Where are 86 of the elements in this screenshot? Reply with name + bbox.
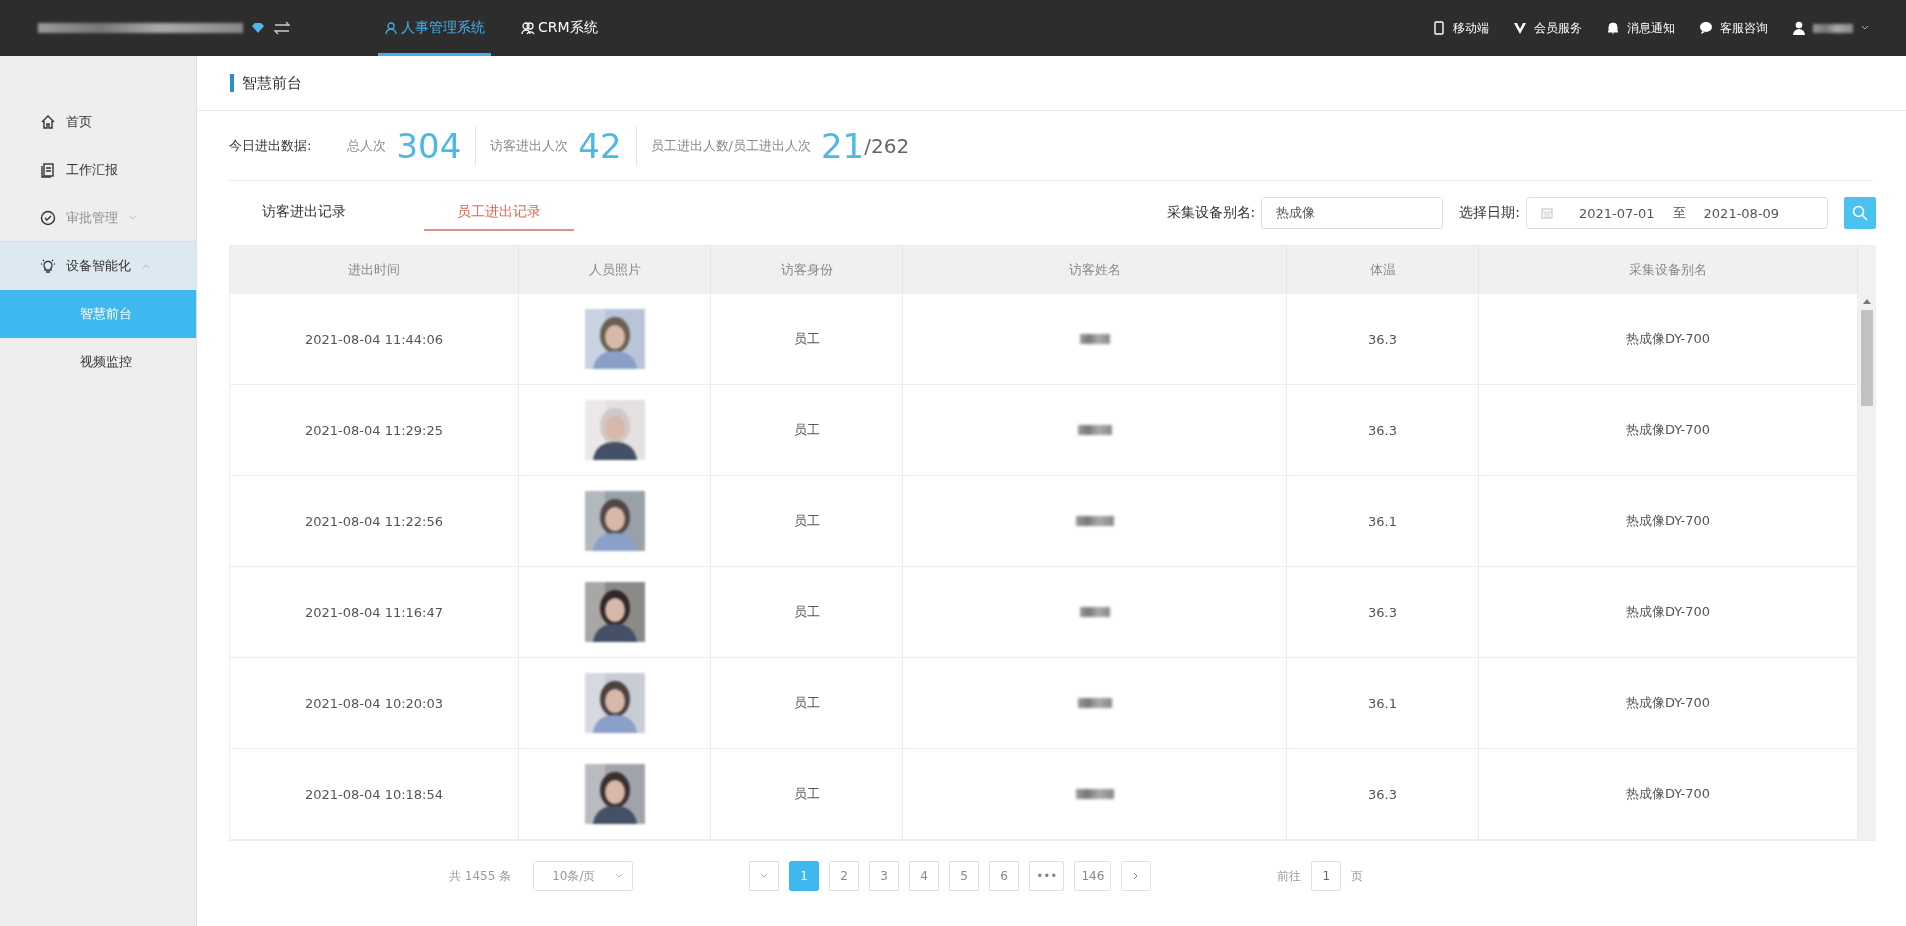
sidebar-item[interactable]: 设备智能化 — [0, 242, 196, 290]
table-cell: 36.1 — [1287, 476, 1479, 567]
column-header: 采集设备别名 — [1479, 246, 1858, 294]
goto-label: 前往 — [1277, 867, 1302, 885]
stat-label: 总人次 — [347, 136, 387, 155]
table-cell: 36.1 — [1287, 658, 1479, 749]
page-button[interactable]: 5 — [949, 861, 980, 891]
table-cell: 36.3 — [1287, 567, 1479, 658]
table-cell: 2021-08-04 10:18:54 — [230, 749, 519, 840]
table-cell: 员工 — [711, 749, 903, 840]
stats-label: 今日进出数据: — [229, 136, 312, 155]
redacted-name — [1079, 607, 1110, 617]
total-count: 共 1455 条 — [449, 867, 512, 885]
field-label: 采集设备别名: — [1166, 204, 1256, 222]
stat-value: 21 — [820, 125, 865, 166]
table-cell: 员工 — [711, 385, 903, 476]
topbar-link[interactable]: 消息通知 — [1606, 19, 1675, 37]
tab[interactable]: 员工进出记录 — [424, 195, 574, 231]
scrollbar[interactable] — [1858, 246, 1875, 840]
table-cell: 2021-08-04 11:29:25 — [230, 385, 519, 476]
search-button[interactable] — [1844, 197, 1876, 229]
field-label: 选择日期: — [1459, 204, 1520, 222]
stat-label: 员工进出人数/员工进出人次 — [650, 136, 811, 155]
scroll-up-icon[interactable] — [1862, 298, 1871, 304]
document-icon — [40, 162, 56, 178]
tab[interactable]: 访客进出记录 — [229, 195, 379, 231]
chat-icon — [1699, 21, 1713, 35]
date-range-field[interactable]: 2021-07-01 至 2021-08-09 — [1526, 197, 1828, 229]
table-cell: 36.3 — [1287, 749, 1479, 840]
redacted-name — [1075, 789, 1114, 799]
topbar-link[interactable]: 客服咨询 — [1699, 19, 1768, 37]
table-cell: 36.3 — [1287, 294, 1479, 385]
table-cell: 2021-08-04 11:16:47 — [230, 567, 519, 658]
table-cell: 员工 — [711, 567, 903, 658]
page-button[interactable]: ••• — [1029, 861, 1065, 891]
column-header: 体温 — [1287, 246, 1479, 294]
calendar-icon — [1541, 207, 1553, 219]
page-title: 智慧前台 — [230, 74, 302, 92]
stat-value: 304 — [396, 125, 462, 166]
table-cell: 员工 — [711, 294, 903, 385]
redacted-name — [1075, 516, 1114, 526]
column-header: 访客身份 — [711, 246, 903, 294]
device-field[interactable]: 热成像 — [1261, 197, 1444, 229]
table-cell: 员工 — [711, 476, 903, 567]
sidebar-item[interactable]: 首页 — [0, 98, 196, 146]
topbar-link[interactable]: 会员服务 — [1513, 19, 1582, 37]
v-icon — [1513, 21, 1527, 35]
user-menu[interactable] — [1792, 21, 1870, 35]
next-page-button[interactable] — [1121, 861, 1152, 891]
page-size-select[interactable]: 10条/页 — [533, 861, 634, 891]
diamond-icon — [251, 22, 265, 34]
phone-icon — [1432, 21, 1446, 35]
person-icon — [1792, 21, 1806, 35]
page-button[interactable]: 2 — [829, 861, 860, 891]
scroll-thumb[interactable] — [1860, 310, 1873, 406]
stat-total: /262 — [864, 133, 910, 158]
redacted-name — [1079, 334, 1110, 344]
sidebar-item[interactable]: 工作汇报 — [0, 146, 196, 194]
home-icon — [40, 114, 56, 130]
system-tab[interactable]: CRM系统 — [515, 0, 604, 56]
stat-label: 访客进出人次 — [490, 136, 569, 155]
column-header: 人员照片 — [519, 246, 711, 294]
bulb-icon — [40, 258, 56, 274]
redacted-name — [1077, 698, 1112, 708]
stat-value: 42 — [578, 125, 622, 166]
column-header: 进出时间 — [230, 246, 519, 294]
page-button[interactable]: 3 — [869, 861, 900, 891]
column-header: 访客姓名 — [903, 246, 1287, 294]
system-tab[interactable]: 人事管理系统 — [378, 0, 491, 56]
table-cell: 2021-08-04 11:22:56 — [230, 476, 519, 567]
page-input[interactable]: 1 — [1311, 861, 1342, 891]
bell-icon — [1606, 21, 1620, 35]
page-unit: 页 — [1351, 867, 1364, 885]
table-cell: 2021-08-04 11:44:06 — [230, 294, 519, 385]
table-cell: 2021-08-04 10:20:03 — [230, 658, 519, 749]
table-cell: 员工 — [711, 658, 903, 749]
switch-icon[interactable] — [273, 21, 291, 35]
redacted-name — [1077, 425, 1112, 435]
check-circle-icon — [40, 209, 56, 226]
page-button[interactable]: 146 — [1074, 861, 1112, 891]
page-button[interactable]: 4 — [909, 861, 940, 891]
topbar-link[interactable]: 移动端 — [1432, 19, 1489, 37]
table-cell: 36.3 — [1287, 385, 1479, 476]
page-button[interactable]: 6 — [989, 861, 1020, 891]
prev-page-button[interactable] — [749, 861, 780, 891]
search-icon — [1852, 205, 1868, 221]
